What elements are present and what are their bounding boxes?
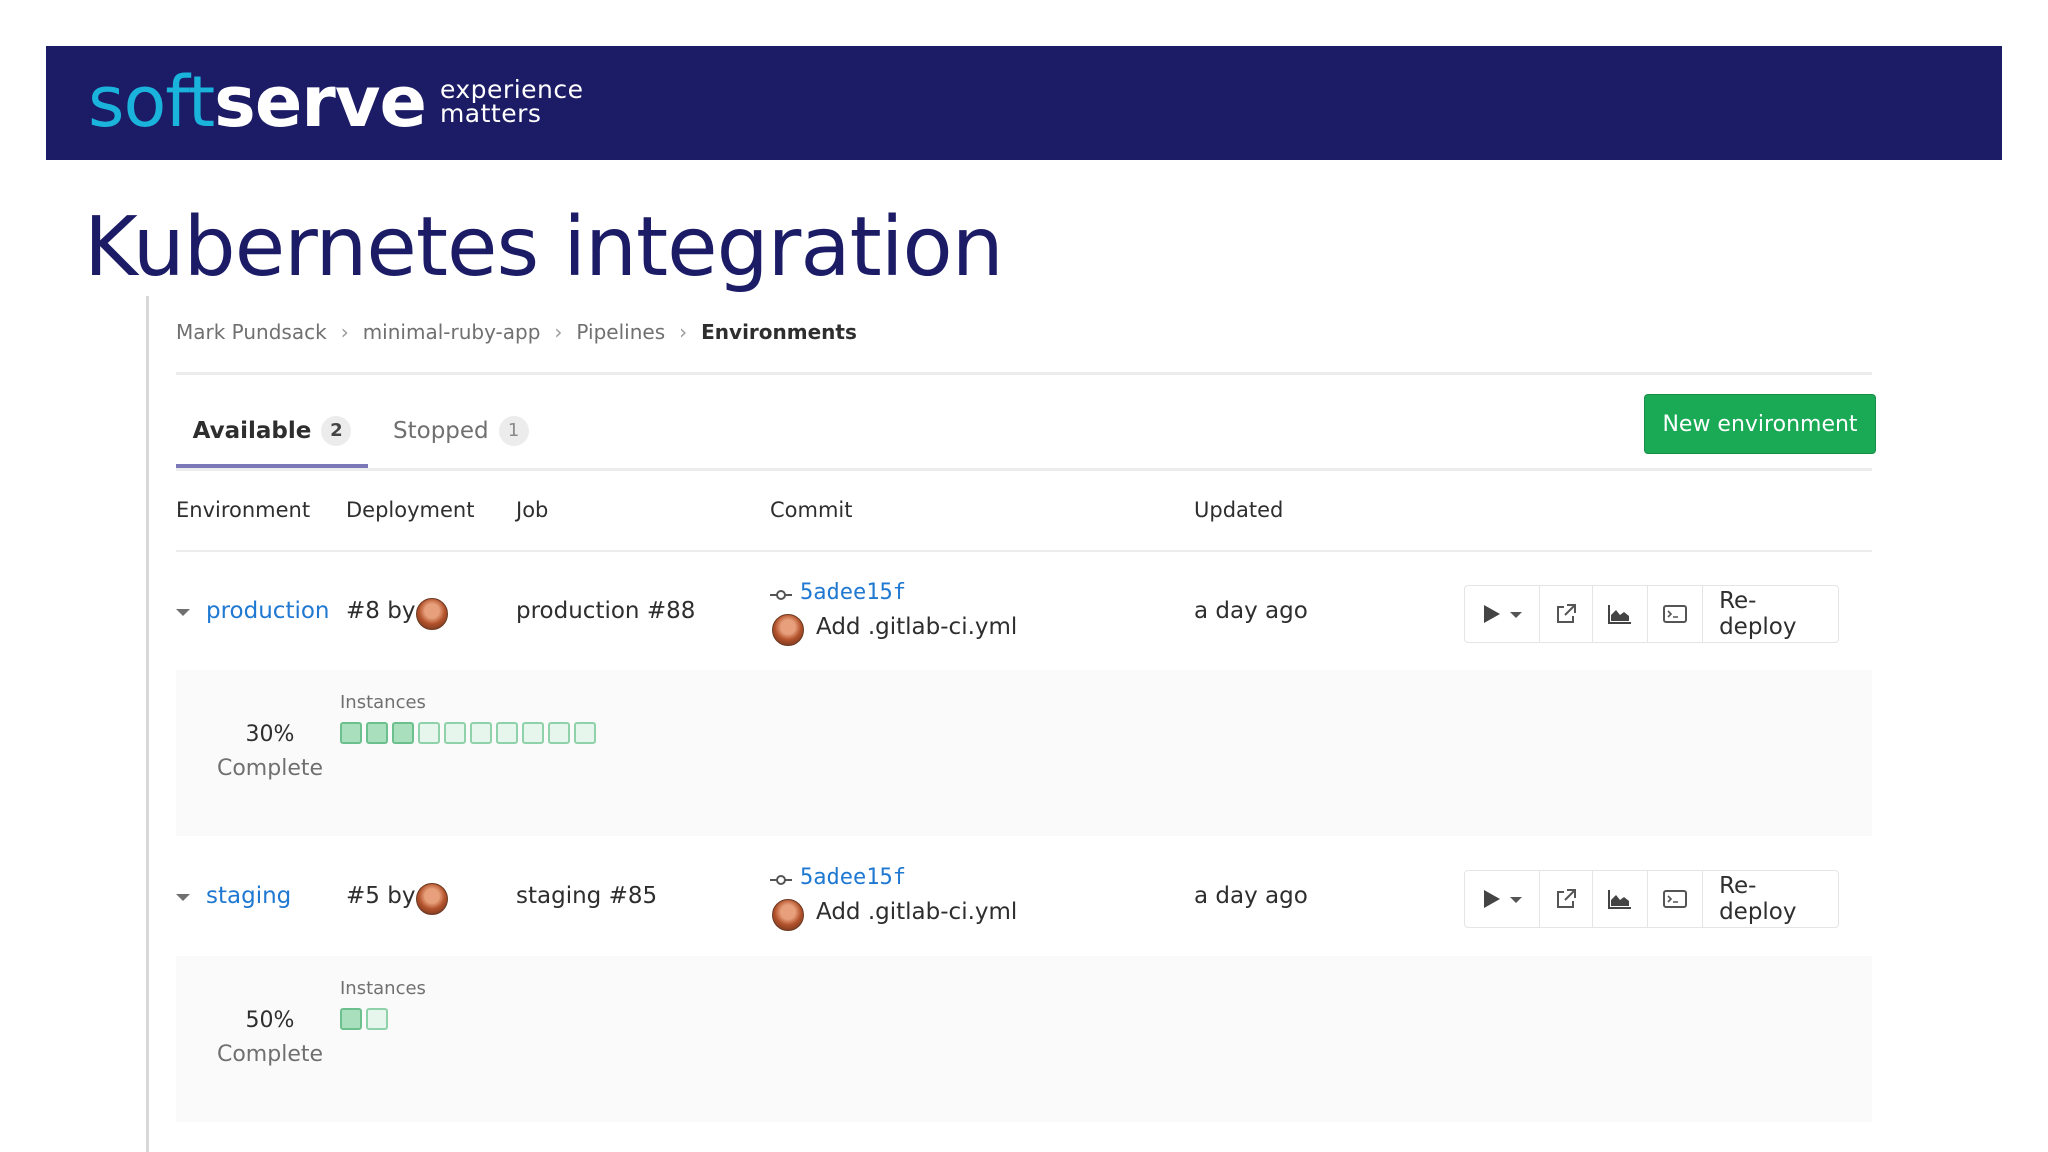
environment-actions: Re-deploy (1464, 585, 1840, 643)
environment-detail-panel: Instances 50% Complete (176, 956, 1872, 1122)
column-environment: Environment (176, 498, 311, 522)
open-live-environment-button[interactable] (1540, 871, 1594, 927)
tab-available[interactable]: Available 2 (176, 396, 368, 468)
instances-label: Instances (340, 692, 426, 713)
play-icon (1483, 605, 1522, 623)
instance-square[interactable] (470, 722, 492, 744)
environment-detail-panel: Instances 30% Complete (176, 670, 1872, 836)
commit-sha-link[interactable]: 5adee15f (800, 580, 906, 605)
deployment-number: #8 by (346, 598, 416, 624)
monitoring-button[interactable] (1593, 586, 1649, 642)
expand-caret-icon[interactable] (176, 894, 190, 901)
manual-action-dropdown[interactable] (1465, 586, 1540, 642)
instance-square[interactable] (496, 722, 518, 744)
tagline-line-2: matters (439, 99, 542, 128)
instance-square[interactable] (340, 722, 362, 744)
instance-square[interactable] (548, 722, 570, 744)
screenshot-left-border (146, 296, 149, 1152)
terminal-button[interactable] (1648, 871, 1704, 927)
tab-available-label: Available (192, 418, 312, 444)
external-link-icon (1556, 604, 1576, 623)
instance-square[interactable] (340, 1008, 362, 1030)
instance-square[interactable] (574, 722, 596, 744)
commit-sha-link[interactable]: 5adee15f (800, 865, 906, 890)
breadcrumb-item-pipelines[interactable]: Pipelines (576, 320, 665, 344)
commit-message-link[interactable]: Add .gitlab-ci.yml (816, 614, 1017, 640)
environment-link-production[interactable]: production (206, 598, 330, 624)
new-environment-button[interactable]: New environment (1644, 394, 1876, 454)
slide-header-banner: softserve experience matters (46, 46, 2002, 160)
breadcrumb-item-environments[interactable]: Environments (701, 320, 857, 344)
column-job: Job (516, 498, 549, 522)
rollout-complete-label: Complete (216, 1042, 324, 1067)
column-updated: Updated (1194, 498, 1284, 522)
breadcrumb-item-project[interactable]: minimal-ruby-app (363, 320, 541, 344)
breadcrumb: Mark Pundsack › minimal-ruby-app › Pipel… (176, 320, 857, 344)
rollout-percent: 30% (245, 722, 295, 747)
instances-label: Instances (340, 978, 426, 999)
job-link[interactable]: production #88 (516, 598, 695, 624)
tab-stopped-count: 1 (498, 416, 529, 446)
manual-action-dropdown[interactable] (1465, 871, 1540, 927)
avatar[interactable] (772, 899, 804, 931)
monitoring-chart-icon (1608, 890, 1632, 909)
redeploy-button[interactable]: Re-deploy (1703, 586, 1838, 642)
softserve-logo: softserve experience matters (88, 62, 584, 142)
column-deployment: Deployment (346, 498, 475, 522)
instance-square[interactable] (418, 722, 440, 744)
chevron-right-icon: › (554, 320, 563, 344)
breadcrumb-divider (176, 372, 1872, 375)
avatar[interactable] (772, 614, 804, 646)
chevron-right-icon: › (340, 320, 349, 344)
commit-message-link[interactable]: Add .gitlab-ci.yml (816, 899, 1017, 925)
header-divider (176, 550, 1872, 552)
avatar[interactable] (416, 598, 448, 630)
environment-actions: Re-deploy (1464, 870, 1840, 928)
rollout-percent: 50% (245, 1008, 295, 1033)
instance-square[interactable] (366, 722, 388, 744)
terminal-icon (1663, 605, 1688, 623)
rollout-complete-label: Complete (216, 756, 324, 781)
instance-grid (340, 1008, 388, 1030)
commit-icon (770, 875, 792, 885)
deployment-number: #5 by (346, 883, 416, 909)
updated-time: a day ago (1194, 883, 1308, 909)
open-live-environment-button[interactable] (1540, 586, 1594, 642)
job-link[interactable]: staging #85 (516, 883, 657, 909)
instance-square[interactable] (366, 1008, 388, 1030)
instance-square[interactable] (522, 722, 544, 744)
slide-title: Kubernetes integration (84, 200, 1004, 295)
tab-stopped[interactable]: Stopped 1 (368, 396, 555, 466)
breadcrumb-item-user[interactable]: Mark Pundsack (176, 320, 327, 344)
terminal-icon (1663, 890, 1688, 908)
instance-square[interactable] (444, 722, 466, 744)
tabs-divider (176, 468, 1872, 471)
logo-serve-text: serve (214, 61, 427, 143)
redeploy-button[interactable]: Re-deploy (1703, 871, 1838, 927)
monitoring-button[interactable] (1593, 871, 1649, 927)
logo-soft-text: soft (88, 61, 215, 143)
external-link-icon (1556, 889, 1576, 908)
monitoring-chart-icon (1608, 605, 1632, 624)
commit-icon (770, 590, 792, 600)
column-commit: Commit (770, 498, 853, 522)
tab-stopped-label: Stopped (393, 418, 489, 444)
tab-available-count: 2 (321, 416, 352, 446)
terminal-button[interactable] (1648, 586, 1704, 642)
environment-link-staging[interactable]: staging (206, 883, 291, 909)
logo-tagline: experience matters (439, 77, 584, 128)
instance-square[interactable] (392, 722, 414, 744)
chevron-right-icon: › (679, 320, 688, 344)
updated-time: a day ago (1194, 598, 1308, 624)
expand-caret-icon[interactable] (176, 609, 190, 616)
instance-grid (340, 722, 596, 744)
environment-tabs: Available 2 Stopped 1 (176, 396, 555, 468)
play-icon (1483, 890, 1522, 908)
avatar[interactable] (416, 883, 448, 915)
